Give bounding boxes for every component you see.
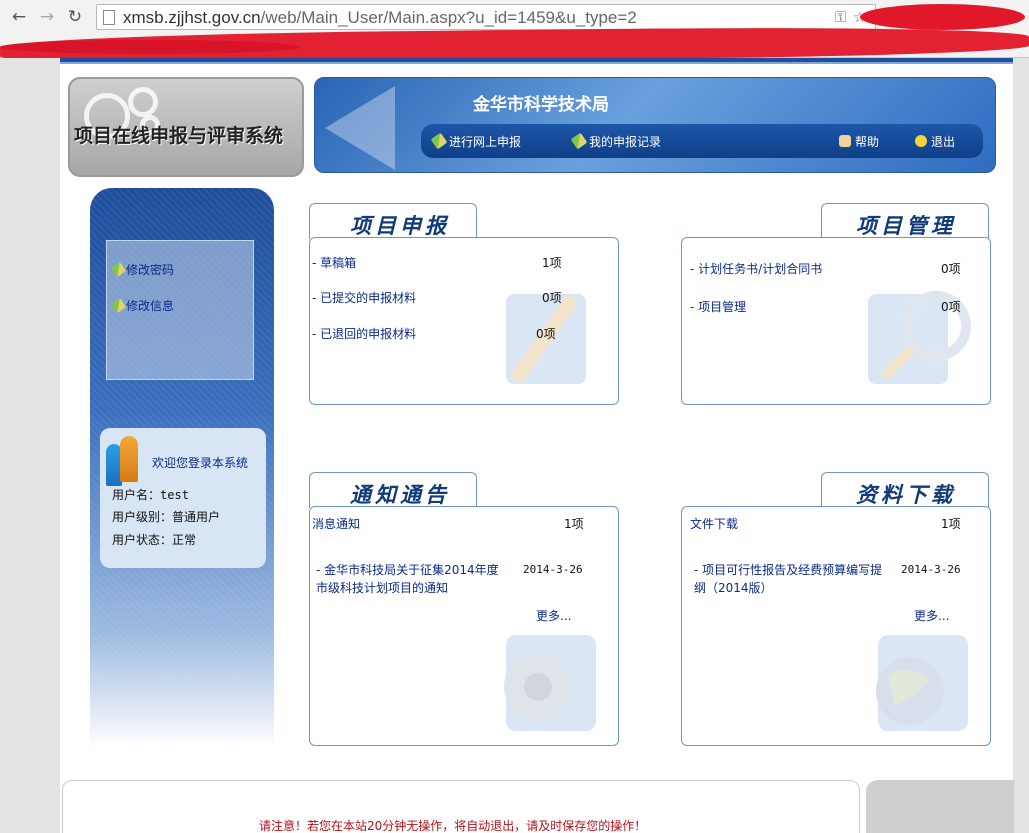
content-sheet: 项目在线申报与评审系统 金华市科学技术局 进行网上申报 我的申报记录 帮助 退出… [60, 58, 1013, 833]
notice-head-label: 消息通知 [312, 517, 361, 531]
panel-tab: 通知通告 [309, 472, 477, 508]
notice-panel: 通知通告 消息通知 1项 - 金华市科技局关于征集2014年度市级科技计划项目的… [309, 472, 619, 748]
nav-apply-online[interactable]: 进行网上申报 [430, 132, 522, 150]
user-status-label: 用户状态： [112, 533, 173, 547]
globe-watermark-icon [876, 635, 968, 731]
manage-count-tasks: 0项 [941, 262, 961, 276]
reload-icon[interactable]: ↻ [64, 6, 86, 28]
top-rule [60, 58, 1013, 64]
nav-logout[interactable]: 退出 [915, 133, 955, 150]
notice-item-date: 2014-3-26 [523, 563, 583, 576]
back-arrow-icon[interactable]: ← [8, 6, 30, 28]
download-head-label: 文件下载 [690, 517, 739, 531]
panel-body: 文件下载 1项 - 项目可行性报告及经费预算编写提纲（2014版） 2014-3… [681, 506, 991, 746]
speaker-watermark-icon [504, 635, 596, 731]
panel-title: 项目申报 [350, 213, 450, 238]
top-nav: 进行网上申报 我的申报记录 帮助 退出 [421, 124, 983, 158]
manage-row-projects[interactable]: - 项目管理 [690, 298, 746, 315]
panel-tab: 项目管理 [821, 203, 989, 239]
pencil-icon [110, 297, 127, 314]
user-level-line: 用户级别：普通用户 [112, 508, 220, 525]
panel-body: - 计划任务书/计划合同书 0项 - 项目管理 0项 [681, 237, 991, 405]
panel-body: - 草稿箱 1项 - 已提交的申报材料 0项 - 已退回的申报材料 0项 [309, 237, 619, 405]
hand-icon [839, 135, 851, 147]
apply-count-submitted: 0项 [542, 291, 562, 305]
redaction-mark [860, 4, 1025, 30]
pencil-icon [570, 132, 588, 150]
nav-records-label: 我的申报记录 [589, 135, 662, 149]
timeout-warning: 请注意！若您在本站20分钟无操作，将自动退出，请及时保存您的操作！ [259, 819, 647, 833]
users-icon [106, 434, 142, 486]
url-path: /web/Main_User/Main.aspx?u_id=1459&u_typ… [260, 8, 637, 27]
notice-item-link[interactable]: - 金华市科技局关于征集2014年度市级科技计划项目的通知 [316, 561, 508, 597]
person-shape [120, 436, 138, 482]
apply-row-submitted[interactable]: - 已提交的申报材料 [312, 289, 416, 306]
panel-tab: 资料下载 [821, 472, 989, 508]
panel-title: 通知通告 [350, 482, 450, 507]
footer-side-block [866, 780, 1014, 833]
nav-my-records[interactable]: 我的申报记录 [570, 132, 662, 150]
download-head-count: 1项 [941, 517, 961, 531]
manage-count-projects: 0项 [941, 300, 961, 314]
panel-title: 项目管理 [856, 213, 956, 238]
apply-count-drafts: 1项 [542, 256, 562, 270]
circle-decoration [128, 87, 158, 117]
edit-info-link[interactable]: 修改信息 [110, 297, 175, 314]
forward-arrow-icon[interactable]: → [36, 6, 58, 28]
arrow-decoration [325, 86, 395, 170]
magnifier-watermark-icon [868, 291, 971, 384]
panel-tab: 项目申报 [309, 203, 477, 239]
page-icon [103, 10, 115, 25]
project-manage-panel: 项目管理 - 计划任务书/计划合同书 0项 - 项目管理 0项 [681, 203, 991, 407]
address-bar[interactable]: xmsb.zjjhst.gov.cn/web/Main_User/Main.as… [96, 4, 876, 30]
panel-body: 消息通知 1项 - 金华市科技局关于征集2014年度市级科技计划项目的通知 20… [309, 506, 619, 746]
footer: 请注意！若您在本站20分钟无操作，将自动退出，请及时保存您的操作！ [62, 780, 860, 833]
browser-chrome: ← → ↻ xmsb.zjjhst.gov.cn/web/Main_User/M… [0, 0, 1029, 66]
change-password-label: 修改密码 [126, 263, 175, 277]
logo-title: 项目在线申报与评审系统 [74, 126, 284, 147]
apply-count-returned: 0项 [536, 327, 556, 341]
download-item-date: 2014-3-26 [901, 563, 961, 576]
change-password-link[interactable]: 修改密码 [110, 261, 175, 278]
user-level-label: 用户级别： [112, 510, 173, 524]
user-status-value: 正常 [172, 533, 197, 547]
header-banner: 金华市科学技术局 进行网上申报 我的申报记录 帮助 退出 [314, 77, 996, 173]
user-level-value: 普通用户 [172, 510, 221, 524]
key-icon[interactable]: ⚿ [835, 8, 846, 26]
url-text[interactable]: xmsb.zjjhst.gov.cn/web/Main_User/Main.as… [123, 8, 637, 28]
url-host: xmsb.zjjhst.gov.cn [123, 8, 261, 27]
project-apply-panel: 项目申报 - 草稿箱 1项 - 已提交的申报材料 0项 - 已退回的申报材料 0… [309, 203, 619, 407]
sidebar-menu: 修改密码 修改信息 [106, 240, 254, 380]
user-status-line: 用户状态：正常 [112, 531, 196, 548]
username-line: 用户名：test [112, 486, 189, 503]
panel-title: 资料下载 [856, 482, 956, 507]
download-more-link[interactable]: 更多... [914, 607, 949, 624]
nav-apply-label: 进行网上申报 [449, 135, 522, 149]
edit-info-label: 修改信息 [126, 299, 175, 313]
welcome-text: 欢迎您登录本系统 [152, 456, 249, 470]
notice-more-link[interactable]: 更多... [536, 607, 571, 624]
pencil-icon [430, 132, 448, 150]
apply-row-drafts[interactable]: - 草稿箱 [312, 254, 356, 271]
username-label: 用户名： [112, 488, 161, 502]
username-value: test [160, 488, 189, 502]
page: 项目在线申报与评审系统 金华市科学技术局 进行网上申报 我的申报记录 帮助 退出… [0, 58, 1029, 833]
org-title: 金华市科学技术局 [473, 95, 609, 115]
nav-logout-label: 退出 [931, 135, 956, 149]
download-item-link[interactable]: - 项目可行性报告及经费预算编写提纲（2014版） [694, 561, 886, 597]
nav-help-label: 帮助 [855, 135, 880, 149]
sidebar: 修改密码 修改信息 欢迎您登录本系统 用户名：test 用户级别：普通用户 用户… [90, 188, 274, 748]
manage-row-tasks[interactable]: - 计划任务书/计划合同书 [690, 260, 822, 277]
system-logo: 项目在线申报与评审系统 [68, 77, 304, 177]
download-panel: 资料下载 文件下载 1项 - 项目可行性报告及经费预算编写提纲（2014版） 2… [681, 472, 991, 748]
user-info-box: 欢迎您登录本系统 用户名：test 用户级别：普通用户 用户状态：正常 [100, 428, 266, 568]
nav-help[interactable]: 帮助 [839, 133, 879, 150]
notice-head-count: 1项 [564, 517, 584, 531]
apply-row-returned[interactable]: - 已退回的申报材料 [312, 325, 416, 342]
pencil-icon [110, 261, 127, 278]
redaction-mark [0, 40, 300, 54]
lightbulb-icon [915, 135, 927, 147]
